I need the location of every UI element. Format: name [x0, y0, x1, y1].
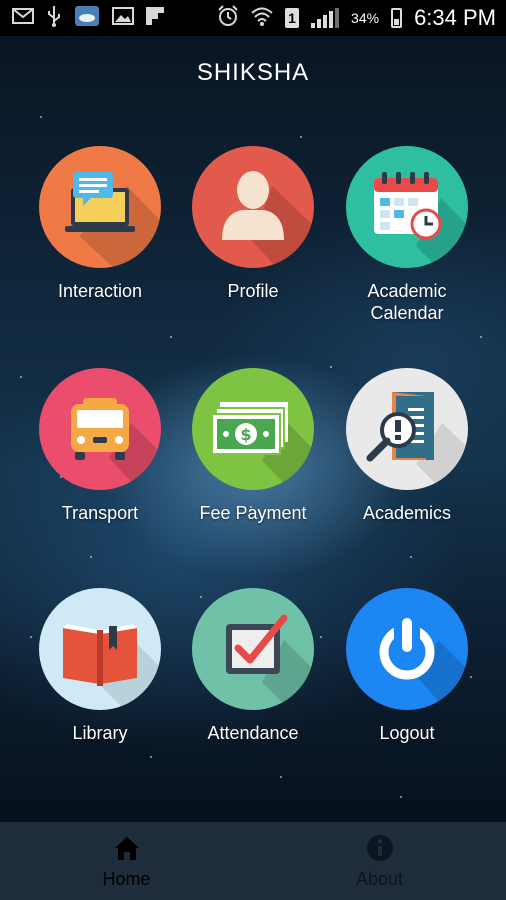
menu-item-label: Fee Payment [199, 503, 307, 523]
nav-home-label: Home [102, 868, 151, 889]
bus-icon [39, 368, 161, 490]
usb-icon [46, 5, 62, 31]
mail-icon [12, 8, 34, 28]
checkbox-icon [192, 588, 314, 710]
menu-item-attendance[interactable]: Attendance [178, 588, 328, 744]
menu-item-label: Library [72, 723, 128, 743]
image-icon [112, 7, 134, 29]
signal-icon [311, 8, 340, 28]
page-title: SHIKSHA [196, 59, 310, 86]
document-search-icon [346, 368, 468, 490]
menu-item-label: Academic Calendar [367, 281, 447, 323]
battery-icon [391, 8, 403, 28]
menu-item-label: Transport [61, 503, 139, 523]
menu-item-transport[interactable]: Transport [25, 368, 175, 524]
money-icon: $ [192, 368, 314, 490]
svg-text:$: $ [240, 425, 251, 444]
menu-item-profile[interactable]: Profile [178, 146, 328, 302]
interaction-icon [39, 146, 161, 268]
calendar-icon [346, 146, 468, 268]
nav-about-label: About [355, 868, 404, 889]
status-bar: 1 34% 6:34 PM [0, 0, 506, 36]
bottom-nav: Home About [0, 822, 506, 900]
menu-item-academic-calendar[interactable]: Academic Calendar [332, 146, 482, 324]
menu-item-academics[interactable]: Academics [332, 368, 482, 524]
clock: 6:34 PM [414, 5, 496, 30]
system-icons: 1 34% 6:34 PM [217, 5, 496, 31]
menu-item-fee-payment[interactable]: $ Fee Payment [178, 368, 328, 524]
alarm-icon [217, 5, 239, 31]
wifi-icon [251, 6, 273, 30]
menu-item-interaction[interactable]: Interaction [25, 146, 175, 302]
book-icon [39, 588, 161, 710]
nav-home[interactable]: Home [0, 822, 253, 900]
menu-item-label: Profile [227, 281, 279, 301]
battery-percent: 34% [351, 10, 380, 26]
nav-about[interactable]: About [253, 822, 506, 900]
info-icon [366, 834, 393, 861]
menu-item-logout[interactable]: Logout [332, 588, 482, 744]
menu-item-label: Academics [362, 503, 452, 523]
menu-item-label: Interaction [57, 281, 143, 301]
profile-icon [192, 146, 314, 268]
menu-item-library[interactable]: Library [25, 588, 175, 744]
power-icon [346, 588, 468, 710]
menu-item-label: Logout [379, 723, 435, 743]
home-icon [114, 836, 139, 860]
flipboard-icon [146, 7, 164, 29]
menu-item-label: Attendance [207, 723, 299, 743]
dashboard: SHIKSHA Interaction Profile Academic Cal… [0, 36, 506, 822]
notification-icons [12, 5, 164, 31]
sim-icon: 1 [285, 8, 300, 28]
weather-icon [74, 5, 100, 31]
